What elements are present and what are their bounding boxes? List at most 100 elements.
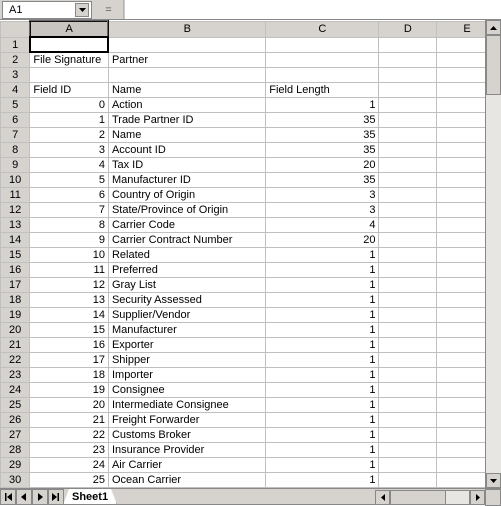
cell[interactable]: 10 [30, 247, 109, 262]
cell[interactable] [379, 217, 437, 232]
cell[interactable]: 1 [266, 442, 379, 457]
cell[interactable]: 9 [30, 232, 109, 247]
cell[interactable]: 1 [266, 337, 379, 352]
cell[interactable]: Tax ID [108, 157, 265, 172]
cell[interactable]: 7 [30, 202, 109, 217]
cell[interactable] [266, 52, 379, 67]
cell[interactable] [379, 37, 437, 52]
row-header[interactable]: 25 [1, 397, 30, 412]
vscroll-track[interactable] [486, 35, 501, 473]
cell[interactable]: 13 [30, 292, 109, 307]
row-header[interactable]: 22 [1, 352, 30, 367]
row-header[interactable]: 1 [1, 37, 30, 52]
cell[interactable] [379, 397, 437, 412]
cell[interactable]: 4 [30, 157, 109, 172]
cell[interactable] [266, 37, 379, 52]
cell[interactable]: Partner [108, 52, 265, 67]
cell[interactable]: Supplier/Vendor [108, 307, 265, 322]
cell[interactable]: 4 [266, 217, 379, 232]
cell[interactable]: 14 [30, 307, 109, 322]
cell[interactable]: 0 [30, 97, 109, 112]
vertical-scrollbar[interactable] [485, 20, 501, 488]
cell[interactable]: Shipper [108, 352, 265, 367]
row-header[interactable]: 5 [1, 97, 30, 112]
cell[interactable]: Importer [108, 367, 265, 382]
cell[interactable]: 1 [30, 112, 109, 127]
cell[interactable]: 35 [266, 172, 379, 187]
row-header[interactable]: 27 [1, 427, 30, 442]
cell[interactable] [379, 352, 437, 367]
cell[interactable]: Carrier Contract Number [108, 232, 265, 247]
cell[interactable]: Account ID [108, 142, 265, 157]
cell[interactable] [379, 292, 437, 307]
scroll-down-button[interactable] [486, 473, 501, 488]
row-header[interactable]: 26 [1, 412, 30, 427]
row-header[interactable]: 7 [1, 127, 30, 142]
cell[interactable]: 15 [30, 322, 109, 337]
cell[interactable] [379, 367, 437, 382]
sheet-nav-prev-button[interactable] [16, 489, 32, 505]
cell[interactable]: 3 [30, 142, 109, 157]
cell[interactable]: 1 [266, 427, 379, 442]
cell[interactable]: Country of Origin [108, 187, 265, 202]
cell[interactable] [379, 457, 437, 472]
cell[interactable]: 6 [30, 187, 109, 202]
cell[interactable]: 1 [266, 397, 379, 412]
cell[interactable]: 18 [30, 367, 109, 382]
row-header[interactable]: 23 [1, 367, 30, 382]
cell[interactable]: 19 [30, 382, 109, 397]
cell[interactable]: Insurance Provider [108, 442, 265, 457]
cell[interactable]: 23 [30, 442, 109, 457]
cell[interactable]: Gray List [108, 277, 265, 292]
cell[interactable]: 16 [30, 337, 109, 352]
cell[interactable] [30, 37, 109, 52]
hscroll-track[interactable] [390, 490, 470, 505]
col-header-C[interactable]: C [266, 21, 379, 37]
cell[interactable]: Preferred [108, 262, 265, 277]
row-header[interactable]: 16 [1, 262, 30, 277]
cell[interactable] [379, 142, 437, 157]
row-header[interactable]: 24 [1, 382, 30, 397]
cell[interactable]: File Signature [30, 52, 109, 67]
row-header[interactable]: 6 [1, 112, 30, 127]
cell[interactable]: 12 [30, 277, 109, 292]
cell[interactable] [108, 37, 265, 52]
cell[interactable] [379, 277, 437, 292]
cell[interactable]: 11 [30, 262, 109, 277]
name-box-dropdown-button[interactable] [75, 3, 89, 17]
cell[interactable]: 5 [30, 172, 109, 187]
cell[interactable]: Name [108, 82, 265, 97]
cell[interactable] [379, 157, 437, 172]
cell[interactable] [379, 187, 437, 202]
cell[interactable] [30, 67, 109, 82]
cell[interactable] [379, 262, 437, 277]
cell[interactable]: 21 [30, 412, 109, 427]
cell[interactable]: 20 [266, 157, 379, 172]
row-header[interactable]: 18 [1, 292, 30, 307]
sheet-nav-last-button[interactable] [48, 489, 64, 505]
cell[interactable] [379, 82, 437, 97]
cell[interactable] [379, 97, 437, 112]
row-header[interactable]: 10 [1, 172, 30, 187]
cell[interactable]: 17 [30, 352, 109, 367]
cell[interactable]: 1 [266, 472, 379, 487]
cell[interactable]: 1 [266, 97, 379, 112]
cell[interactable]: 1 [266, 457, 379, 472]
cell[interactable]: Freight Forwarder [108, 412, 265, 427]
cell[interactable] [379, 472, 437, 487]
cell[interactable]: Carrier Code [108, 217, 265, 232]
scroll-up-button[interactable] [486, 20, 501, 35]
cell[interactable]: Related [108, 247, 265, 262]
cell[interactable]: 35 [266, 142, 379, 157]
row-header[interactable]: 3 [1, 67, 30, 82]
cell[interactable]: Trade Partner ID [108, 112, 265, 127]
col-header-B[interactable]: B [108, 21, 265, 37]
hscroll-thumb[interactable] [391, 491, 446, 504]
cell[interactable] [379, 337, 437, 352]
cell[interactable]: Exporter [108, 337, 265, 352]
cell[interactable] [379, 52, 437, 67]
cell[interactable]: 1 [266, 352, 379, 367]
cell[interactable]: 3 [266, 187, 379, 202]
cell[interactable]: 24 [30, 457, 109, 472]
row-header[interactable]: 4 [1, 82, 30, 97]
